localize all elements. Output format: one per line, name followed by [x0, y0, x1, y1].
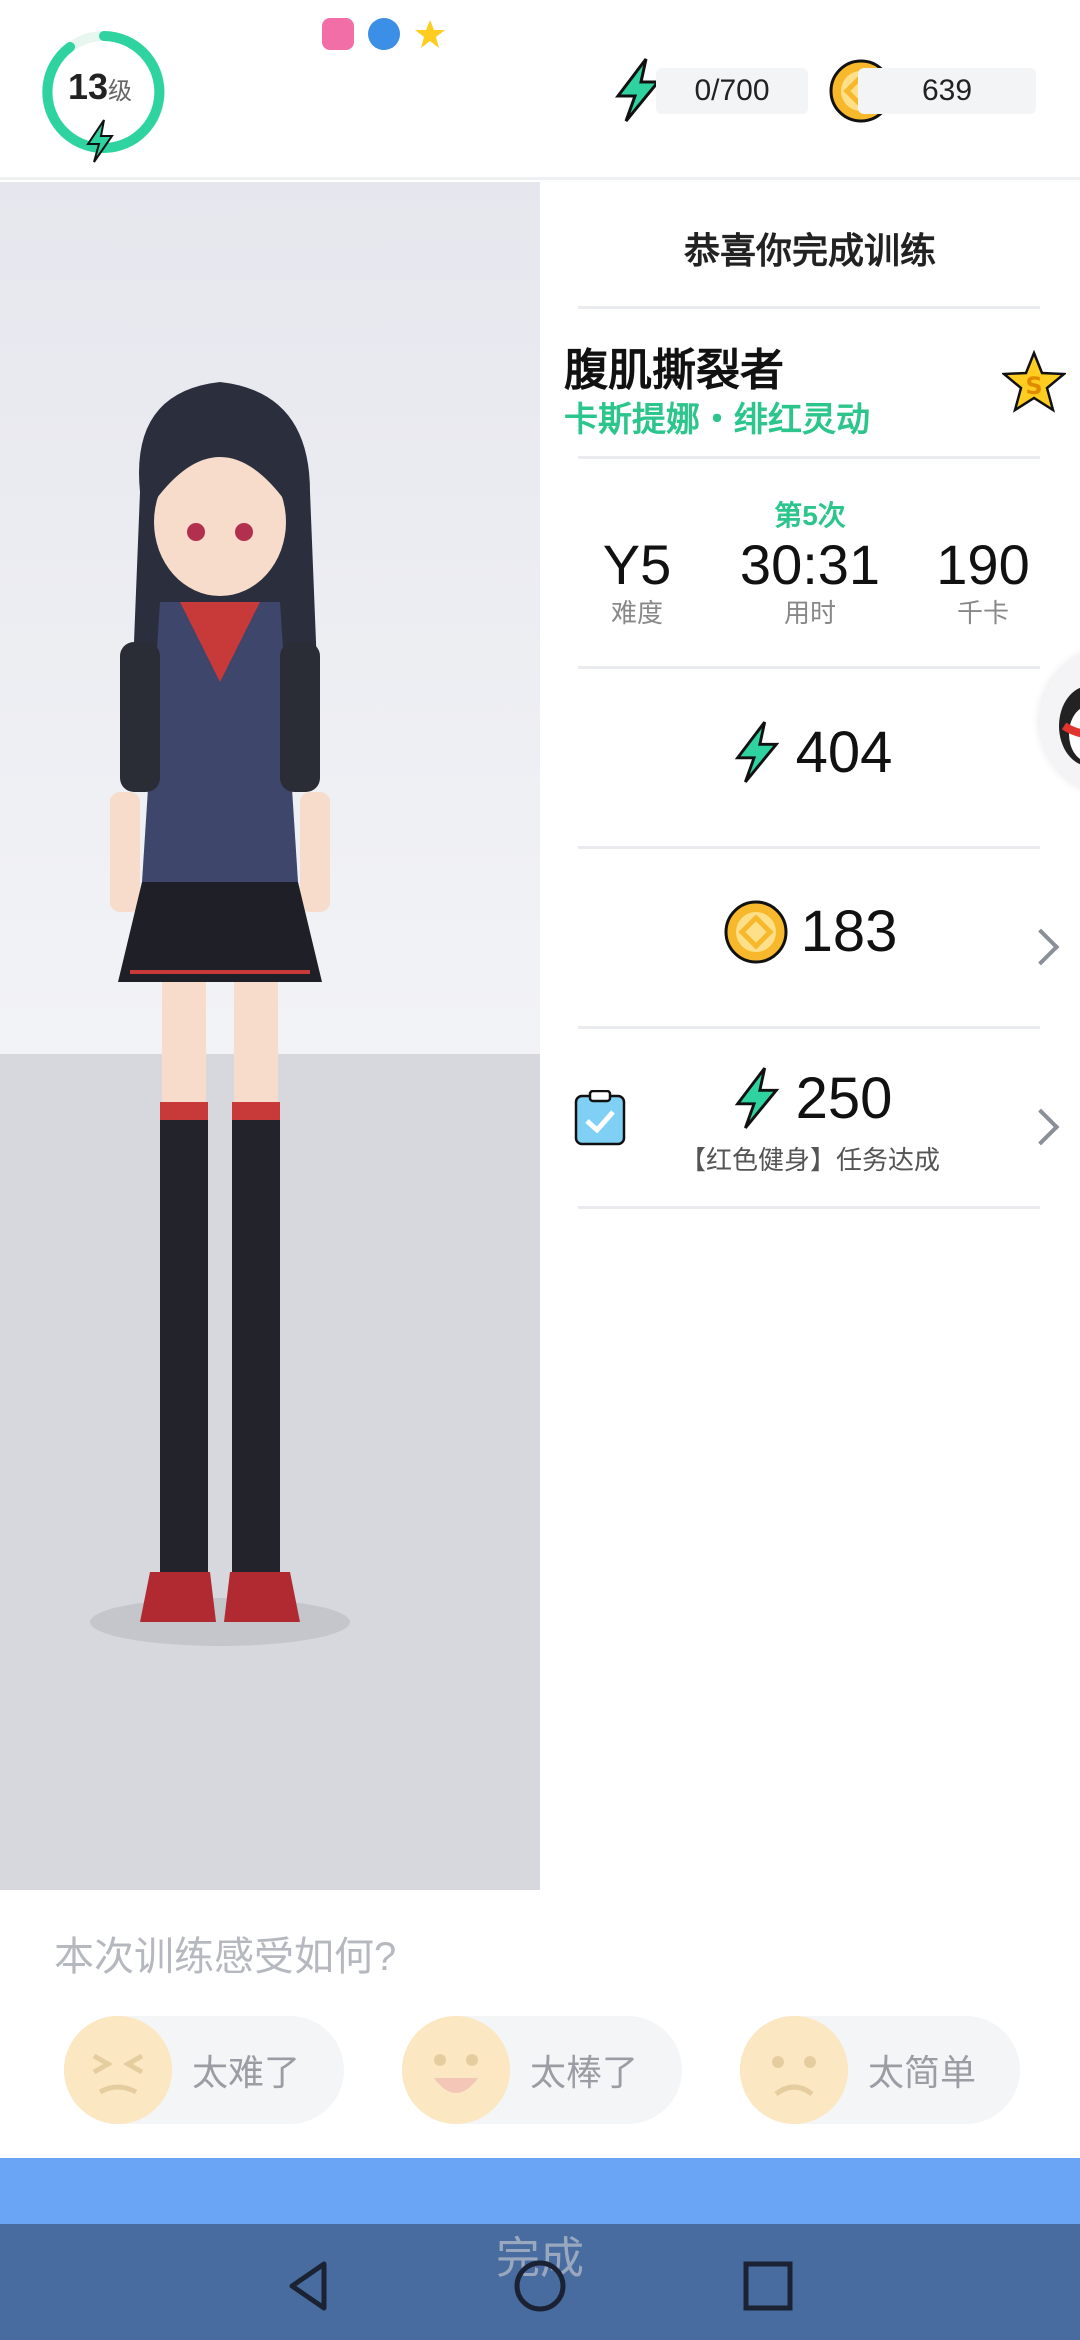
feedback-great-button[interactable]: 太棒了	[402, 2016, 682, 2124]
level-value: 13	[68, 66, 109, 107]
bilibili-icon	[322, 18, 354, 50]
metric-duration: 30:31 用时	[725, 532, 895, 630]
energy-counter[interactable]: 0/700	[656, 68, 808, 114]
attempt-count: 第5次	[774, 500, 846, 531]
svg-text:S: S	[1025, 372, 1042, 400]
s-rank-star-icon: S	[1002, 350, 1066, 413]
feedback-label: 太简单	[868, 2052, 977, 2093]
metric-label: 用时	[783, 598, 836, 628]
metric-calories: 190 千卡	[898, 532, 1068, 630]
coin-icon	[724, 900, 788, 963]
metric-difficulty: Y5 难度	[552, 532, 722, 630]
coin-reward-row[interactable]: 183	[540, 898, 1080, 965]
task-reward-row[interactable]: 250	[540, 1064, 1080, 1132]
metric-value: Y5	[602, 533, 672, 596]
divider	[578, 1026, 1040, 1029]
metric-label: 难度	[610, 598, 663, 628]
character-display	[0, 182, 540, 1890]
recents-icon[interactable]	[738, 2256, 798, 2316]
metric-label: 千卡	[956, 598, 1009, 628]
metric-value: 30:31	[739, 533, 881, 596]
feedback-too-hard-button[interactable]: 太难了	[64, 2016, 344, 2124]
feedback-label: 太棒了	[530, 2052, 639, 2093]
feedback-label: 太难了	[192, 2052, 301, 2093]
done-button[interactable]	[0, 2158, 1080, 2224]
task-label: 【红色健身】任务达成	[679, 1145, 940, 1175]
coin-counter[interactable]: 639	[858, 68, 1036, 114]
training-result-screen: 13级 0/700 639 恭喜你完成训练 腹肌撕裂者 卡斯提娜・绯红灵动 S …	[0, 0, 1080, 2340]
results-panel: 恭喜你完成训练 腹肌撕裂者 卡斯提娜・绯红灵动 S 第5次 Y5 难度 30:3…	[540, 182, 1080, 1890]
energy-reward-value: 404	[795, 719, 893, 785]
metric-value: 190	[936, 533, 1030, 596]
grimace-face-icon	[64, 2016, 172, 2124]
divider	[578, 666, 1040, 669]
laugh-face-icon	[402, 2016, 510, 2124]
divider	[578, 1206, 1040, 1209]
frown-face-icon	[740, 2016, 848, 2124]
feedback-question: 本次训练感受如何?	[54, 1935, 397, 1979]
feedback-too-easy-button[interactable]: 太简单	[740, 2016, 1020, 2124]
character-avatar	[90, 382, 350, 1646]
divider	[578, 306, 1040, 309]
top-bar: 13级 0/700 639	[0, 0, 1080, 180]
lightning-icon	[86, 119, 114, 163]
penguin-icon	[1059, 687, 1080, 765]
course-name: 腹肌撕裂者	[564, 346, 784, 395]
divider	[578, 846, 1040, 849]
level-label: 13级	[68, 66, 132, 108]
course-subtitle: 卡斯提娜・绯红灵动	[564, 401, 870, 439]
status-app-icons	[322, 18, 446, 50]
congrats-title: 恭喜你完成训练	[683, 230, 936, 271]
globe-icon	[368, 18, 400, 50]
energy-reward-row: 404	[540, 718, 1080, 786]
divider	[578, 456, 1040, 459]
task-reward-value: 250	[795, 1065, 893, 1131]
energy-icon	[734, 1067, 779, 1129]
back-icon[interactable]	[280, 2256, 340, 2316]
coin-reward-value: 183	[800, 899, 898, 964]
star-badge-icon	[415, 20, 445, 48]
home-icon[interactable]	[510, 2256, 570, 2316]
energy-icon	[734, 721, 779, 783]
level-unit: 级	[108, 78, 133, 105]
